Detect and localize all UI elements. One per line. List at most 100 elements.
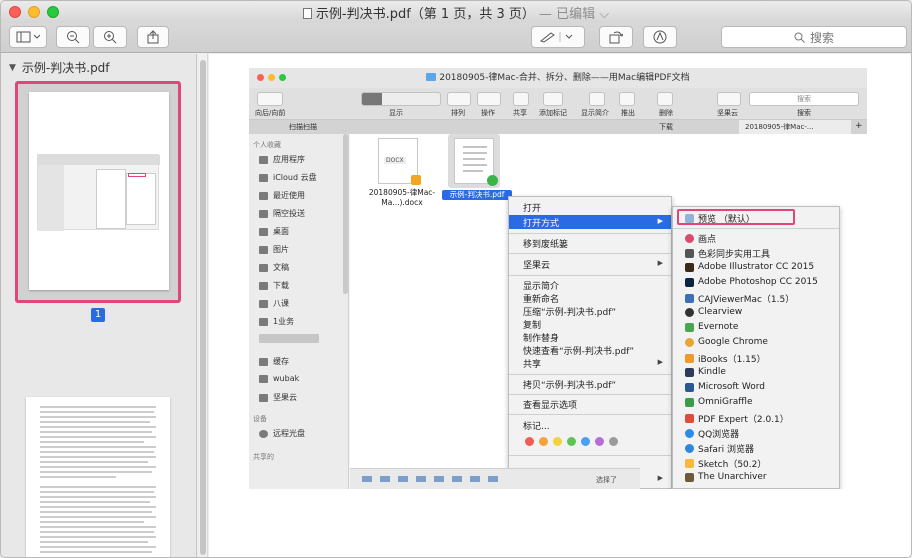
app-icon (685, 294, 694, 303)
disc-icon (259, 429, 268, 438)
folder-icon (426, 73, 437, 81)
page-thumbnail-1[interactable] (15, 81, 181, 303)
app-icon (685, 354, 694, 363)
finder-toolbar: 搜索 向后/向前 显示 排列 操作 共享 添加标记 显示简介 推出 删除 坚果云… (249, 88, 867, 120)
submenu-app-14: Safari 浏览器 (685, 442, 754, 455)
pdf-file-label: 示例-判决书.pdf (442, 190, 512, 200)
finder-shared-header: 共享的 (253, 453, 274, 461)
tag-yellow-dot (553, 437, 562, 446)
submenu-app-13: QQ浏览器 (685, 427, 739, 440)
app-icon (685, 322, 694, 332)
zoom-in-button[interactable] (93, 26, 127, 48)
app-icon (685, 397, 694, 407)
sidebar-scrollbar[interactable] (198, 54, 208, 557)
share-button[interactable] (137, 26, 169, 48)
preview-icon (685, 214, 694, 223)
finder-item-downloads: 下载 (259, 280, 289, 291)
app-icon (685, 337, 694, 347)
finder-tag (543, 92, 563, 106)
app-icon (685, 249, 694, 258)
finder-label-arrange: 排列 (451, 109, 465, 117)
finder-item-pictures: 图片 (259, 244, 289, 255)
edited-status[interactable]: — 已编辑 ⌵ (539, 7, 609, 22)
finder-label-search: 搜索 (797, 109, 811, 117)
finder-label-back: 向后/向前 (255, 109, 286, 117)
sidebar-toggle-button[interactable] (9, 26, 47, 48)
disclosure-triangle-icon[interactable]: ▼ (9, 63, 16, 73)
apps-icon (259, 155, 268, 164)
markup-toolbar-button[interactable] (643, 26, 677, 48)
document-view[interactable]: 20180905-律Mac-合并、拆分、删除——用Mac编辑PDF文档 搜索 向… (209, 54, 911, 557)
app-icon (685, 262, 694, 272)
zoom-out-button[interactable] (56, 26, 90, 48)
finder-search: 搜索 (749, 92, 859, 106)
document-header[interactable]: ▼ 示例-判决书.pdf (9, 59, 110, 76)
finder-label-view: 显示 (389, 109, 403, 117)
markup-pen-button[interactable] (531, 26, 585, 48)
sidebar-scroll-thumb[interactable] (200, 60, 206, 555)
app-icon (685, 444, 694, 453)
submenu-app-2: Adobe Illustrator CC 2015 (685, 262, 814, 272)
page-thumbnail-2[interactable] (26, 397, 170, 557)
cloud-icon (259, 173, 268, 182)
tag-purple-dot (595, 437, 604, 446)
finder-view-buttons (361, 92, 441, 106)
pdf-file-icon (454, 138, 498, 186)
finder-content: DOCX 20180905-律Mac-Ma...).docx 示例-判决书.pd… (350, 134, 867, 489)
page-1-preview-image (37, 154, 160, 231)
submenu-app-12: PDF Expert（2.0.1） (685, 412, 789, 425)
finder-info (589, 92, 605, 106)
finder-item-remote-disc: 远程光盘 (259, 428, 305, 439)
submenu-app-15: Sketch（50.2） (685, 457, 766, 470)
menu-item-copy: 拷贝“示例-判决书.pdf” (523, 381, 617, 391)
finder-sidebar: 个人收藏 应用程序 iCloud 云盘 最近使用 隔空投送 桌面 图片 文稿 下… (249, 134, 349, 489)
submenu-app-10: Microsoft Word (685, 382, 765, 392)
folder-icon (259, 357, 268, 366)
submenu-item-preview: 预览 （默认） (685, 212, 755, 225)
menu-item-view-options: 查看显示选项 (523, 401, 578, 411)
tag-green-dot (567, 437, 576, 446)
page-2-text-lines (40, 406, 156, 553)
submenu-app-4: CAJViewerMac（1.5） (685, 292, 794, 305)
finder-tab-1: 扫描扫描 (289, 123, 317, 131)
search-placeholder: 搜索 (809, 30, 834, 45)
search-icon (794, 32, 805, 43)
page-number-badge: 1 (91, 308, 105, 322)
app-icon (685, 429, 694, 438)
finder-label-eject: 推出 (621, 109, 635, 117)
recent-icon (259, 191, 268, 200)
open-with-submenu: 预览 （默认） 画点 色彩同步实用工具 Adobe Illustrator CC… (672, 206, 840, 489)
submenu-app-6: Evernote (685, 322, 738, 332)
menu-item-compress: 压缩“示例-判决书.pdf” (523, 308, 617, 318)
submenu-app-9: Kindle (685, 367, 726, 377)
context-menu: 打开 打开方式 ▶ 移到废纸篓 坚果云 ▶ 显示简介 重新命名 压缩“示例-判决… (508, 196, 672, 489)
finder-label-tag: 添加标记 (539, 109, 567, 117)
finder-item-bake: 八课 (259, 298, 289, 309)
finder-item-desktop: 桌面 (259, 226, 289, 237)
finder-path-bar: 选择了 (350, 468, 640, 489)
embedded-screenshot: 20180905-律Mac-合并、拆分、删除——用Mac编辑PDF文档 搜索 向… (249, 68, 867, 489)
app-icon (685, 382, 694, 392)
preview-window: 示例-判决书.pdf（第 1 页，共 3 页） — 已编辑 ⌵ 搜索 ▼ 示例-… (0, 0, 912, 558)
menu-item-rename: 重新命名 (523, 295, 560, 305)
search-field[interactable]: 搜索 (721, 26, 907, 48)
tag-blue-dot (581, 437, 590, 446)
finder-title: 20180905-律Mac-合并、拆分、删除——用Mac编辑PDF文档 (439, 73, 690, 83)
menu-item-alias: 制作替身 (523, 334, 560, 344)
folder-icon (259, 393, 268, 402)
submenu-app-1: 色彩同步实用工具 (685, 247, 770, 260)
app-icon (685, 234, 694, 243)
finder-favorites-header: 个人收藏 (253, 141, 281, 149)
app-icon (685, 459, 694, 468)
app-icon (685, 307, 694, 317)
folder-icon (259, 317, 268, 326)
finder-item-icloud: iCloud 云盘 (259, 172, 317, 183)
finder-sidebar-scrollbar (343, 134, 348, 294)
menu-item-open-with: 打开方式 (523, 219, 560, 229)
menu-item-get-info: 显示简介 (523, 282, 560, 292)
menu-item-quicklook: 快速查看“示例-判决书.pdf” (523, 347, 635, 357)
rotate-button[interactable] (599, 26, 633, 48)
menu-item-nutstore: 坚果云 (523, 261, 551, 271)
submenu-app-8: iBooks（1.15） (685, 352, 766, 365)
docx-file-icon: DOCX (378, 138, 421, 185)
